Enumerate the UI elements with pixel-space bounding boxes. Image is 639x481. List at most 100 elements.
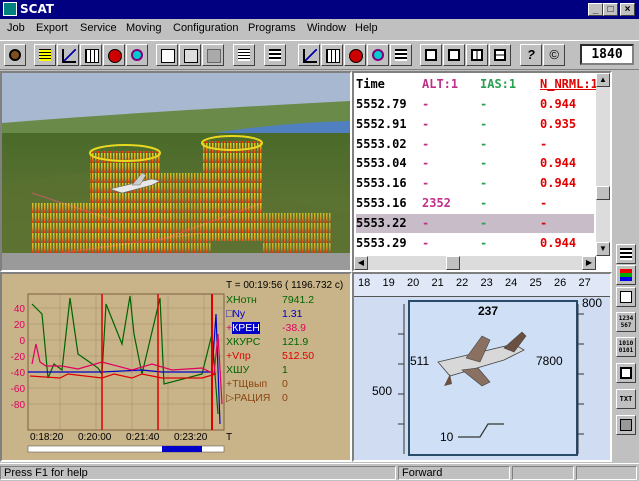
menu-configuration[interactable]: Configuration <box>173 22 238 34</box>
close-button[interactable]: × <box>620 3 635 16</box>
legend-item[interactable]: +КРЕН <box>226 322 260 334</box>
hscroll-thumb[interactable] <box>446 256 460 270</box>
table-cell: 0.944 <box>540 97 577 111</box>
menu-programs[interactable]: Programs <box>248 22 296 34</box>
print-button[interactable] <box>202 44 224 66</box>
scroll-thumb[interactable] <box>596 186 610 200</box>
menu-export[interactable]: Export <box>36 22 68 34</box>
table-cell: 0.944 <box>540 176 577 191</box>
list-view-button[interactable] <box>390 44 412 66</box>
table-row[interactable]: 5553.22- - - <box>356 213 594 233</box>
scroll-left-button[interactable]: ◀ <box>354 256 368 270</box>
menu-help[interactable]: Help <box>355 22 378 34</box>
legend-item[interactable]: □Ny <box>226 308 245 320</box>
unlock-button[interactable] <box>420 44 442 66</box>
legend-item[interactable]: ▷РАЦИЯ <box>226 392 270 404</box>
minimize-button[interactable]: _ <box>588 3 603 16</box>
legend-item[interactable]: XКУРС <box>226 336 260 348</box>
about-button[interactable]: © <box>543 44 565 66</box>
grid-view-button-2[interactable] <box>321 44 343 66</box>
parameter-trace-view[interactable]: T = 00:19:56 ( 1196.732 c) 40 20 0 -20 -… <box>0 272 352 462</box>
search-button[interactable] <box>126 44 148 66</box>
table-cell: 5552.79 <box>356 97 407 111</box>
compass-button[interactable] <box>103 44 125 66</box>
side-button-text[interactable]: TXT <box>616 389 636 409</box>
table-row[interactable]: 5553.16- -0.944 <box>356 174 594 193</box>
legend-item[interactable]: XНотн <box>226 294 257 306</box>
color-bars-icon <box>620 269 632 281</box>
menu-job[interactable]: Job <box>7 22 25 34</box>
table-row[interactable]: 5553.04- -0.944 <box>356 154 594 173</box>
table-cell: - <box>540 196 548 210</box>
col-alt-header[interactable]: ALT:1 <box>422 77 458 91</box>
open-job-button[interactable] <box>4 44 26 66</box>
table-view-button[interactable] <box>34 44 56 66</box>
scroll-right-button[interactable]: ▶ <box>582 256 596 270</box>
terrain-3d-view[interactable] <box>0 71 352 272</box>
legend-marker: ▷ <box>226 392 235 404</box>
calculator-button[interactable] <box>264 44 286 66</box>
menu-moving[interactable]: Moving <box>126 22 161 34</box>
app-icon[interactable] <box>3 2 17 16</box>
legend-item[interactable]: +Vпр <box>226 350 251 362</box>
y-axis-ticks: 40 20 0 -20 -40 -60 -80 <box>5 302 25 414</box>
legend-value: 0 <box>282 392 288 404</box>
table-cell: 0.935 <box>540 116 577 131</box>
eye-icon <box>9 49 21 61</box>
legend-value: 7941.2 <box>282 294 315 306</box>
menu-service[interactable]: Service <box>80 22 117 34</box>
legend-value: 1.31 <box>282 308 303 320</box>
graph-view-button-2[interactable] <box>298 44 320 66</box>
table-row[interactable]: 5553.29- -0.944 <box>356 234 594 253</box>
side-button-numeric[interactable]: 1234 567 <box>616 312 636 332</box>
menu-window[interactable]: Window <box>307 22 346 34</box>
tile-vertical-button[interactable] <box>466 44 488 66</box>
x-tick: 0:20:00 <box>78 432 112 443</box>
side-button-print[interactable] <box>616 415 636 435</box>
data-table: Time ALT:1 IAS:1 N_NRML:1 5552.79 - - 0.944… <box>352 71 612 272</box>
table-row[interactable]: 5552.91- -0.935 <box>356 115 594 134</box>
frame-number-field[interactable]: 1840 <box>580 44 634 65</box>
compass-button-2[interactable] <box>344 44 366 66</box>
table-row[interactable]: 5553.16 2352 - - <box>356 194 594 213</box>
table-cell: 5553.16 <box>356 176 407 191</box>
scroll-down-button[interactable]: ▼ <box>596 242 610 256</box>
col-ias-header[interactable]: IAS:1 <box>480 77 516 91</box>
table-row[interactable]: 5552.79 - - 0.944 <box>356 95 594 114</box>
table-cell: - <box>540 215 548 230</box>
col-time-header[interactable]: Time <box>356 77 385 91</box>
help-button[interactable]: ? <box>520 44 542 66</box>
grid-icon-2 <box>326 49 340 63</box>
legend-item[interactable]: +ТЩвып <box>226 378 267 390</box>
legend-item[interactable]: XШУ <box>226 364 249 376</box>
aircraft-model <box>437 331 527 387</box>
table-vscrollbar[interactable]: ▲ ▼ <box>596 73 610 256</box>
y-tick: -60 <box>10 384 25 395</box>
table-cell: 5553.02 <box>356 136 407 151</box>
search-button-2[interactable] <box>367 44 389 66</box>
scroll-up-button[interactable]: ▲ <box>596 73 610 87</box>
hud-view[interactable]: 18 19 20 21 22 23 24 25 26 27 237 511 500 7800 80… <box>352 272 612 462</box>
legend-value: 512.50 <box>282 350 315 362</box>
x-tick: 0:21:40 <box>126 432 160 443</box>
printer-icon <box>620 419 632 431</box>
tile-horizontal-button[interactable] <box>489 44 511 66</box>
side-button-document[interactable] <box>616 287 636 307</box>
table-cell: - <box>422 235 430 250</box>
side-button-panel[interactable] <box>616 363 636 383</box>
side-button-binary[interactable]: 1010 0101 <box>616 337 636 357</box>
import-button[interactable] <box>233 44 255 66</box>
grid-view-button[interactable] <box>80 44 102 66</box>
table-hscrollbar[interactable]: ◀ ▶ <box>354 256 596 270</box>
open-folder-button[interactable] <box>179 44 201 66</box>
cascade-icon <box>448 49 460 61</box>
cascade-button[interactable] <box>443 44 465 66</box>
calculator-icon <box>269 49 281 61</box>
side-button-layers[interactable] <box>616 244 636 264</box>
folder-button[interactable] <box>156 44 178 66</box>
col-nrml-header[interactable]: N_NRML:1 <box>540 77 596 91</box>
side-button-colors[interactable] <box>616 265 636 285</box>
graph-view-button[interactable] <box>57 44 79 66</box>
maximize-button[interactable]: □ <box>603 3 618 16</box>
table-row[interactable]: 5553.02- - - <box>356 135 594 154</box>
